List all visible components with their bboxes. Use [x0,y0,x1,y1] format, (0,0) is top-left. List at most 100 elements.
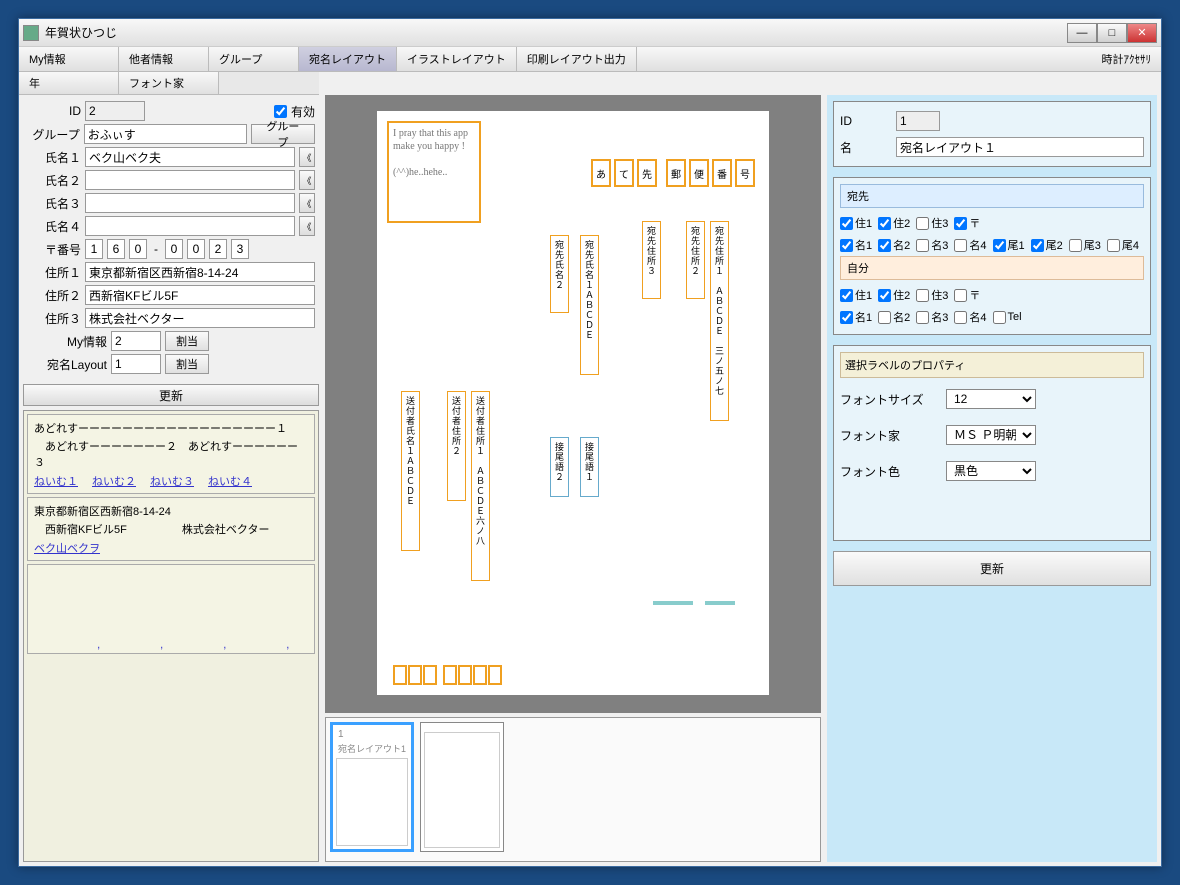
myinfo-assign-button[interactable]: 割当 [165,331,209,351]
name1-chev[interactable]: 《 [299,147,315,167]
recipient-name-checkbox[interactable]: 尾2 [1031,237,1063,253]
fontcolor-label: フォント色 [840,463,940,480]
tab-print-layout[interactable]: 印刷レイアウト出力 [517,47,637,71]
name3-chev[interactable]: 《 [299,193,315,213]
self-addr-checkbox[interactable]: 住2 [878,287,910,303]
name-link[interactable]: ねいむ３ [150,473,194,489]
greeting-box[interactable]: I pray that this app make you happy !(^^… [387,121,481,223]
self-name-checkbox[interactable]: 名1 [840,309,872,325]
sender-name1-label[interactable]: 送付者氏名１ＡＢＣＤＥ [401,391,420,551]
self-addr-checkbox[interactable]: 〒 [954,287,980,303]
addr3-label: 住所３ [27,310,81,327]
postal-3[interactable] [129,239,147,259]
sender-addr2-label[interactable]: 送付者住所２ [447,391,466,501]
fontcolor-select[interactable]: 黒色 [946,461,1036,481]
id-label: ID [27,104,81,118]
suffix2-label[interactable]: 接尾語２ [550,437,569,497]
id-field[interactable] [85,101,145,121]
self-name-checkbox[interactable]: 名3 [916,309,948,325]
name2-field[interactable] [85,170,295,190]
layout-canvas[interactable]: I pray that this app make you happy !(^^… [325,95,821,713]
myinfo-field[interactable] [111,331,161,351]
recipient-addr3-label[interactable]: 宛先住所３ [642,221,661,299]
name-link[interactable]: ねいむ２ [92,473,136,489]
self-name-checkbox[interactable]: 名4 [954,309,986,325]
tab-group[interactable]: グループ [209,47,299,71]
self-addr-checkbox[interactable]: 住1 [840,287,872,303]
layout-thumbnail[interactable] [420,722,504,852]
sender-addr1-label[interactable]: 送付者住所１ ＡＢＣＤＥ六ノ八 [471,391,490,581]
left-update-button[interactable]: 更新 [23,384,319,406]
layout-thumbnail[interactable]: 1宛名レイアウト1 [330,722,414,852]
name-link[interactable]: ねいむ４ [208,473,252,489]
r-id-label: ID [840,114,890,128]
tab-atena-layout[interactable]: 宛名レイアウト [299,47,397,71]
maximize-button[interactable]: □ [1097,23,1127,43]
subtab-year[interactable]: 年 [19,72,119,94]
valid-checkbox[interactable] [274,105,287,118]
recipient-name-checkbox[interactable]: 名1 [840,237,872,253]
name4-chev[interactable]: 《 [299,216,315,236]
name2-chev[interactable]: 《 [299,170,315,190]
r-name-field[interactable] [896,137,1144,157]
postal-2[interactable] [107,239,125,259]
atenalayout-field[interactable] [111,354,161,374]
recipient-name-checkbox[interactable]: 尾1 [993,237,1025,253]
titlebar: 年賀状ひつじ — □ ✕ [19,19,1161,47]
name1-field[interactable] [85,147,295,167]
name4-field[interactable] [85,216,295,236]
tab-illust-layout[interactable]: イラストレイアウト [397,47,517,71]
recipient-addr-checkbox[interactable]: 住2 [878,215,910,231]
recipient-addr-checkbox[interactable]: 住1 [840,215,872,231]
address-list[interactable]: あどれすーーーーーーーーーーーーーーーーーー１ あどれすーーーーーーー２ あどれ… [23,410,319,862]
name-link[interactable]: ベク山ベクヲ [34,540,100,556]
addr1-field[interactable] [85,262,315,282]
self-name-checkbox[interactable]: 名2 [878,309,910,325]
fontfam-select[interactable]: ＭＳ Ｐ明朝 [946,425,1036,445]
name3-field[interactable] [85,193,295,213]
group-button[interactable]: グループ [251,124,315,144]
recipient-name-checkbox[interactable]: 尾3 [1069,237,1101,253]
group-field[interactable] [84,124,247,144]
recipient-name-checkbox[interactable]: 名2 [878,237,910,253]
right-update-button[interactable]: 更新 [833,551,1151,586]
recipient-addr-checkbox[interactable]: 住3 [916,215,948,231]
recipient-name-checkbox[interactable]: 尾4 [1107,237,1139,253]
postal-6[interactable] [209,239,227,259]
recipient-addr1-label[interactable]: 宛先住所１ ＡＢＣＤＥ 三ノ五ノ七 [710,221,729,421]
atenalayout-assign-button[interactable]: 割当 [165,354,209,374]
self-name-checkbox[interactable]: Tel [993,309,1022,325]
recipient-addr-checkbox[interactable]: 〒 [954,215,980,231]
tab-my-info[interactable]: My情報 [19,47,119,71]
postal-digit-box[interactable]: 先 [637,159,657,187]
r-id-field[interactable] [896,111,940,131]
postal-digit-box[interactable]: て [614,159,634,187]
name-link[interactable]: ねいむ１ [34,473,78,489]
fontsize-select[interactable]: 12 [946,389,1036,409]
postal-digit-box[interactable]: 号 [735,159,755,187]
recipient-addr2-label[interactable]: 宛先住所２ [686,221,705,299]
postal-digit-box[interactable]: 郵 [666,159,686,187]
recipient-name2-label[interactable]: 宛先氏名２ [550,235,569,313]
tab-clock-accessory[interactable]: 時計ｱｸｾｻﾘ [1092,47,1162,71]
recipient-name-checkbox[interactable]: 名3 [916,237,948,253]
close-button[interactable]: ✕ [1127,23,1157,43]
tab-other-info[interactable]: 他者情報 [119,47,209,71]
postal-digit-box[interactable]: 便 [689,159,709,187]
postal-5[interactable] [187,239,205,259]
address-card[interactable]: あどれすーーーーーーーーーーーーーーーーーー１ あどれすーーーーーーー２ あどれ… [27,414,315,494]
address-card[interactable]: 東京都新宿区西新宿8-14-24 西新宿KFビル5F 株式会社ベクターベク山ベク… [27,497,315,561]
postal-7[interactable] [231,239,249,259]
recipient-name-checkbox[interactable]: 名4 [954,237,986,253]
postal-digit-box[interactable]: あ [591,159,611,187]
postal-digit-box[interactable]: 番 [712,159,732,187]
addr2-field[interactable] [85,285,315,305]
self-addr-checkbox[interactable]: 住3 [916,287,948,303]
postal-4[interactable] [165,239,183,259]
recipient-name1-label[interactable]: 宛先氏名１ＡＢＣＤＥ [580,235,599,375]
subtab-font[interactable]: フォント家 [119,72,219,94]
addr3-field[interactable] [85,308,315,328]
postal-1[interactable] [85,239,103,259]
suffix1-label[interactable]: 接尾語１ [580,437,599,497]
minimize-button[interactable]: — [1067,23,1097,43]
